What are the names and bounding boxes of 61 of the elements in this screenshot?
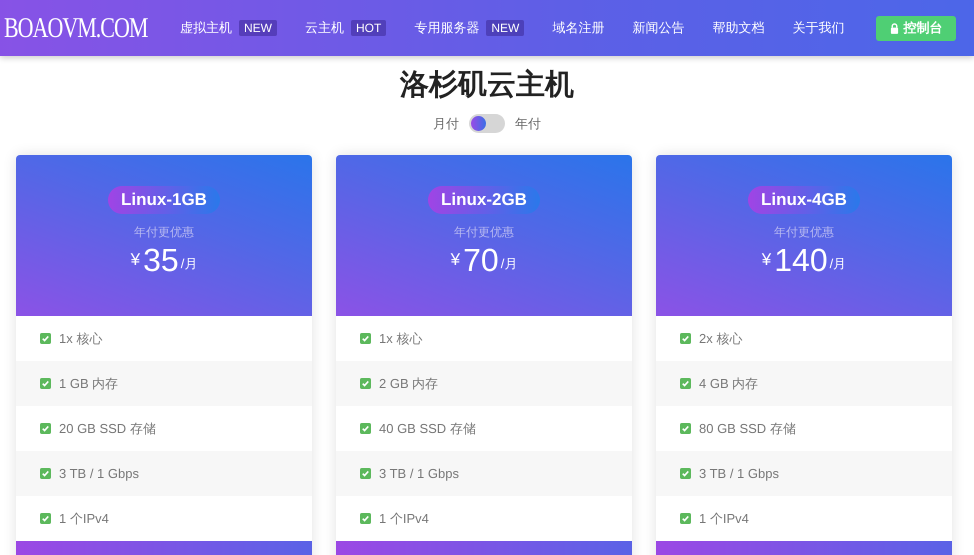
feature-text: 2 GB 内存 [379,374,438,392]
nav-link[interactable]: 云主机 [305,19,344,37]
check-icon [360,378,371,389]
plan-note: 年付更优惠 [454,224,514,241]
check-icon [680,468,691,479]
check-icon [360,513,371,524]
site-logo[interactable]: BOAOVM.COM [4,11,180,45]
nav-badge: HOT [351,20,386,36]
feature-text: 1 个IPv4 [699,510,749,528]
plan-name: Linux-1GB [108,186,220,214]
toggle-label: 年付 [515,114,541,132]
feature-text: 3 TB / 1 Gbps [59,466,139,481]
check-icon [40,423,51,434]
check-icon [40,468,51,479]
check-icon [680,378,691,389]
toggle-label: 月付 [433,114,459,132]
feature-text: 3 TB / 1 Gbps [699,466,779,481]
nav-link[interactable]: 专用服务器 [414,19,480,37]
plan-note: 年付更优惠 [774,224,834,241]
currency-sign: ¥ [450,250,460,270]
feature-text: 40 GB SSD 存储 [379,420,476,438]
plan-note: 年付更优惠 [134,224,194,241]
feature-text: 3 TB / 1 Gbps [379,466,459,481]
plan-name: Linux-4GB [748,186,860,214]
price-unit: /月 [500,255,518,273]
check-icon [680,513,691,524]
feature-text: 4 GB 内存 [699,374,758,392]
price-amount: 35 [143,242,179,278]
price-unit: /月 [180,255,198,273]
currency-sign: ¥ [130,250,140,270]
feature-text: 1x 核心 [379,330,422,348]
nav-link[interactable]: 域名注册 [552,19,604,37]
feature-text: 80 GB SSD 存储 [699,420,796,438]
plan-name: Linux-2GB [428,186,540,214]
nav-link[interactable]: 帮助文档 [712,19,764,37]
check-icon [680,423,691,434]
billing-switch[interactable] [469,114,505,133]
nav-link[interactable]: 虚拟主机 [180,19,232,37]
price-unit: /月 [830,255,846,273]
currency-sign: ¥ [762,250,772,270]
nav-link[interactable]: 关于我们 [792,19,844,37]
feature-text: 1 GB 内存 [59,374,118,392]
check-icon [40,513,51,524]
feature-text: 1x 核心 [59,330,102,348]
check-icon [360,468,371,479]
page-title: 洛杉矶云主机 [398,68,575,102]
lock-icon [890,22,900,34]
check-icon [40,378,51,389]
price-amount: 70 [463,242,499,278]
nav-badge: NEW [239,20,277,36]
check-icon [40,333,51,344]
check-icon [360,333,371,344]
feature-text: 2x 核心 [699,330,742,348]
price-amount: 140 [774,242,828,278]
feature-text: 1 个IPv4 [59,510,109,528]
check-icon [680,333,691,344]
nav-link[interactable]: 新闻公告 [632,19,684,37]
nav-badge: NEW [486,20,524,36]
check-icon [360,423,371,434]
feature-text: 1 个IPv4 [379,510,429,528]
feature-text: 20 GB SSD 存储 [59,420,156,438]
